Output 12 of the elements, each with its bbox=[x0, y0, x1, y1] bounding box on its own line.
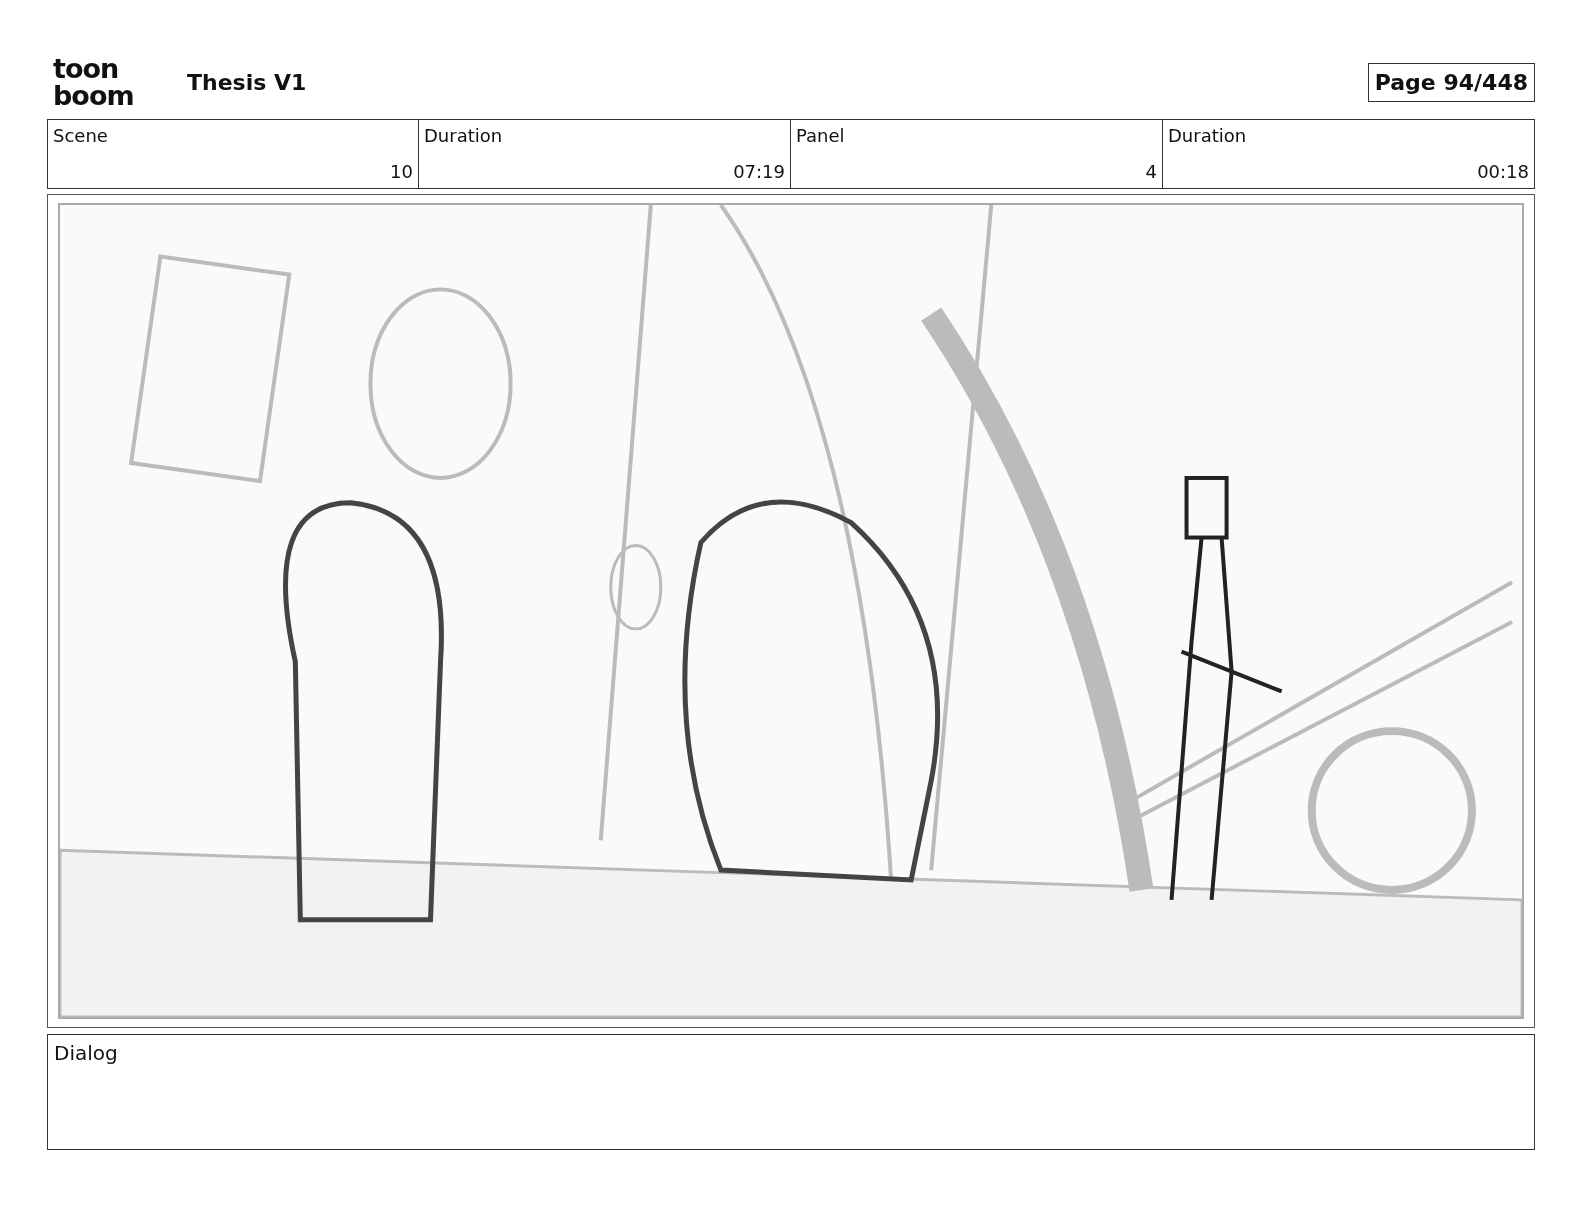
field-label: Duration bbox=[1168, 125, 1248, 146]
field-label: Duration bbox=[424, 125, 504, 146]
logo: toon boom bbox=[53, 55, 135, 109]
document-title: Thesis V1 bbox=[187, 69, 307, 95]
field-value: 4 bbox=[1144, 161, 1157, 182]
field-value: 10 bbox=[389, 161, 413, 182]
field-value: 00:18 bbox=[1476, 161, 1529, 182]
field-value: 07:19 bbox=[732, 161, 785, 182]
dialog-label: Dialog bbox=[54, 1041, 118, 1065]
page-number: Page 94/448 bbox=[1367, 62, 1535, 102]
field-label: Panel bbox=[796, 125, 846, 146]
field-label: Scene bbox=[53, 125, 109, 146]
